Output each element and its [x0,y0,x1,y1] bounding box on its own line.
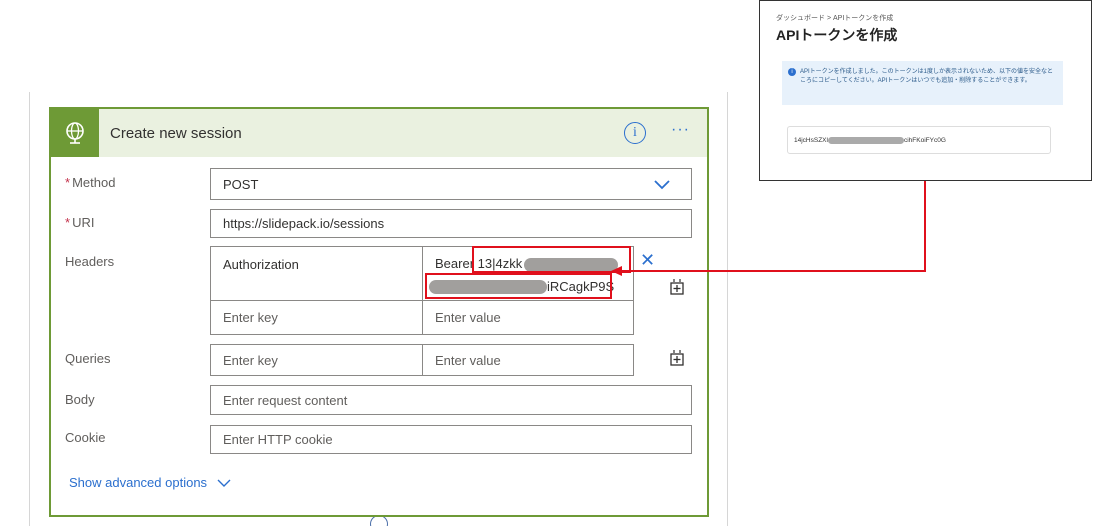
annotation-line-horizontal [620,270,926,272]
annotation-line-vertical [924,181,926,272]
more-options-icon[interactable]: ··· [671,121,690,139]
highlight-box-token-line1 [472,246,631,273]
uri-label-text: URI [72,215,95,230]
globe-icon [51,109,99,157]
notice-banner: i APIトークンを作成しました。このトークンは1度しか表示されないため、以下の… [782,61,1063,105]
cookie-label: Cookie [65,430,106,445]
query-value-placeholder: Enter value [435,352,501,368]
highlight-box-token-line2 [425,273,612,299]
body-input[interactable]: Enter request content [210,385,692,415]
cookie-input[interactable]: Enter HTTP cookie [210,425,692,454]
card-header[interactable]: Create new session i ··· [51,109,707,157]
method-select[interactable]: POST [210,168,692,200]
card-title: Create new session [110,125,242,142]
header-key-cell[interactable]: Authorization [210,246,423,301]
token-field-start: 14jcHsSZXl [794,136,828,144]
header-key-input[interactable]: Enter key [210,300,423,335]
uri-value: https://slidepack.io/sessions [223,216,385,231]
breadcrumb[interactable]: ダッシュボード > APIトークンを作成 [776,13,893,23]
token-field[interactable]: 14jcHsSZXl cihFKoiFYc0G [787,126,1051,154]
body-label: Body [65,392,95,407]
queries-label: Queries [65,351,111,366]
show-advanced-options-link[interactable]: Show advanced options [69,475,231,490]
method-label: * Method [65,175,115,190]
method-label-text: Method [72,175,116,190]
info-icon: i [788,68,796,76]
advanced-label: Show advanced options [69,475,208,490]
query-key-input[interactable]: Enter key [210,344,423,376]
redacted-token-part [827,136,904,144]
uri-label: * URI [65,215,94,230]
header-key-placeholder: Enter key [223,310,278,325]
headers-label: Headers [65,254,115,269]
required-marker: * [65,175,71,190]
chevron-down-icon [217,479,231,488]
notice-text: APIトークンを作成しました。このトークンは1度しか表示されないため、以下の値を… [800,69,1054,84]
query-value-input[interactable]: Enter value [422,344,634,376]
insert-row-icon[interactable] [669,278,685,296]
canvas-guide-right [727,92,728,526]
api-token-popup: ダッシュボード > APIトークンを作成 APIトークンを作成 i APIトーク… [759,0,1092,181]
uri-input[interactable]: https://slidepack.io/sessions [210,209,692,238]
token-field-end: cihFKoiFYc0G [903,136,946,144]
required-marker: * [65,215,71,230]
cookie-placeholder: Enter HTTP cookie [223,432,333,447]
header-value-input[interactable]: Enter value [422,300,634,335]
popup-title: APIトークンを作成 [776,27,898,43]
arrowhead-icon [611,266,622,276]
http-action-card: Create new session i ··· * Method POST * U… [49,107,709,517]
query-key-placeholder: Enter key [223,352,278,368]
body-placeholder: Enter request content [223,392,348,408]
canvas-guide-left [29,92,30,526]
method-value: POST [223,176,259,192]
info-icon[interactable]: i [624,122,646,144]
close-icon[interactable]: ✕ [640,250,655,271]
insert-row-icon[interactable] [669,349,685,367]
header-key-value: Authorization [223,257,299,272]
chevron-down-icon [654,180,670,190]
header-value-placeholder: Enter value [435,310,501,325]
